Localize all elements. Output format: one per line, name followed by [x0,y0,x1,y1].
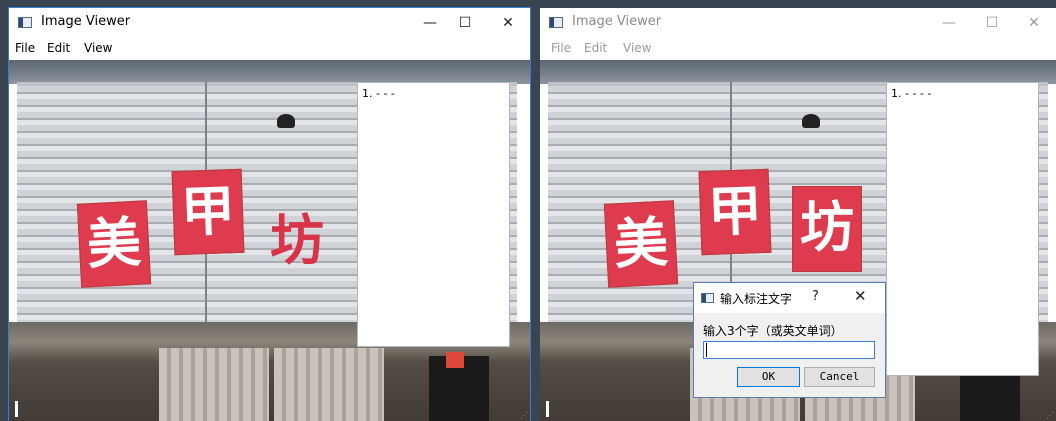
window-title: Image Viewer [41,14,131,29]
menu-edit[interactable]: Edit [584,41,607,55]
sign-character: 甲 [698,168,772,256]
sign-character: 美 [76,200,152,288]
camera [802,114,820,128]
sign-character: 坊 [792,186,862,272]
annotation-list: 1. - - - [362,87,395,100]
dialog-title: 输入标注文字 [720,292,793,306]
resize-grip[interactable]: ⋰ [1046,411,1054,420]
annotation-list: 1. - - - - [891,87,932,100]
sign-character: 甲 [171,168,245,256]
annotation-input-dialog: 输入标注文字 ? ✕ 输入3个字（或英文单词） OK Cancel [693,282,886,398]
maximize-button[interactable]: ☐ [451,12,479,34]
app-icon [18,17,32,28]
resize-grip[interactable]: ⋰ [520,411,528,420]
text-caret [706,343,707,357]
close-button[interactable]: ✕ [1020,12,1048,34]
annotation-panel[interactable]: 1. - - - - [886,82,1039,376]
sign-character: 美 [603,200,679,288]
menu-file[interactable]: File [15,41,35,55]
maximize-button[interactable]: ☐ [978,12,1006,34]
image-viewer-window-left: Image Viewer — ☐ ✕ File Edit View 美 甲 坊 … [9,8,530,421]
camera [277,114,295,128]
window-title: Image Viewer [572,14,662,29]
annotation-panel[interactable]: 1. - - - [357,82,510,347]
sign-character: 坊 [270,209,324,272]
menu-bar: File Edit View [540,38,1056,60]
dialog-title-bar: 输入标注文字 ? ✕ [694,283,885,313]
cancel-button[interactable]: Cancel [804,367,875,387]
ok-button[interactable]: OK [737,367,800,387]
minimize-button[interactable]: — [416,12,444,34]
app-icon [549,17,563,28]
menu-edit[interactable]: Edit [47,41,70,55]
annotation-text-input[interactable] [703,341,875,359]
close-button[interactable]: ✕ [494,12,522,34]
menu-bar: File Edit View [9,38,530,60]
app-icon [701,293,714,303]
dialog-close-button[interactable]: ✕ [854,287,867,305]
minimize-button[interactable]: — [935,12,963,34]
menu-view[interactable]: View [84,41,112,55]
menu-file[interactable]: File [551,41,571,55]
help-button[interactable]: ? [812,289,819,304]
title-bar: Image Viewer — ☐ ✕ [9,8,530,38]
menu-view[interactable]: View [623,41,651,55]
dialog-prompt: 输入3个字（或英文单词） [703,324,843,338]
title-bar: Image Viewer — ☐ ✕ [540,8,1056,38]
